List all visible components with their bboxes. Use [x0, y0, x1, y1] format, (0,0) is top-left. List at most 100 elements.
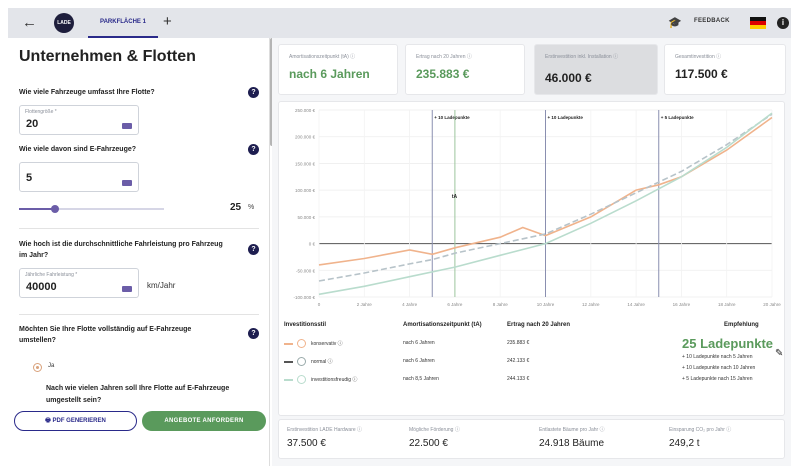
radio-yes[interactable]: [33, 363, 42, 372]
y-tick-label: 200.000 €: [295, 135, 316, 140]
radio-normal[interactable]: [297, 357, 306, 366]
help-icon[interactable]: ?: [248, 328, 259, 339]
summary-label: Entlastete Bäume pro Jahr ⓘ: [539, 427, 605, 433]
col-header-yield: Ertrag nach 20 Jahren: [507, 322, 571, 328]
card-amortization: Amortisationszeitpunkt (tA) ⓘ nach 6 Jah…: [278, 44, 398, 95]
feedback-link[interactable]: FEEDBACK: [694, 18, 730, 24]
help-icon[interactable]: ?: [248, 144, 259, 155]
question-conversion-years: Nach wie vielen Jahren soll Ihre Flotte …: [46, 385, 230, 404]
card-label: Gesamtinvestition ⓘ: [675, 54, 722, 60]
info-icon[interactable]: i: [777, 17, 789, 29]
recommendation-total: 25 Ladepunkte: [682, 336, 774, 351]
y-tick-label: 50.000 €: [297, 215, 315, 220]
add-tab-icon[interactable]: +: [163, 13, 172, 30]
expansion-label: + 10 Ladepunkte: [548, 115, 584, 120]
field-value[interactable]: 40000: [26, 281, 57, 293]
card-yield: Ertrag nach 20 Jahren ⓘ 235.883 €: [405, 44, 525, 95]
x-tick-label: 6 Jahre: [447, 302, 463, 307]
y-tick-label: 250.000 €: [295, 108, 316, 113]
percent-sign: %: [248, 204, 255, 211]
tab-parkflaeche-1[interactable]: PARKFLÄCHE 1: [88, 8, 158, 38]
card-total-investment: Gesamtinvestition ⓘ 117.500 €: [664, 44, 786, 95]
x-tick-label: 12 Jahre: [582, 302, 600, 307]
legend-line-normal: [284, 361, 293, 363]
generate-pdf-label: PDF GENERIEREN: [52, 418, 106, 424]
card-value: 46.000 €: [545, 71, 592, 85]
x-tick-label: 2 Jahre: [357, 302, 373, 307]
field-value[interactable]: 20: [26, 118, 38, 130]
x-tick-label: 14 Jahre: [627, 302, 645, 307]
printer-icon: 🖶: [45, 418, 53, 424]
x-tick-label: 20 Jahre: [763, 302, 781, 307]
row-style-name: investitionsfreudig ⓘ: [311, 377, 358, 383]
row-ta: nach 6 Jahren: [403, 340, 435, 346]
x-tick-label: 4 Jahre: [402, 302, 418, 307]
card-value: nach 6 Jahren: [289, 67, 370, 81]
edit-pencil-icon[interactable]: ✎: [775, 348, 783, 359]
x-tick-label: 16 Jahre: [673, 302, 691, 307]
row-yield: 235.883 €: [507, 340, 530, 346]
card-label: Erstinvestition inkl. Installation ⓘ: [545, 54, 619, 60]
legend-line-konservativ: [284, 343, 293, 345]
top-bar: ← LADE PARKFLÄCHE 1 + 🎓 FEEDBACK i: [8, 8, 791, 38]
x-tick-label: 0: [318, 302, 321, 307]
card-initial-investment[interactable]: Erstinvestition inkl. Installation ⓘ 46.…: [534, 44, 658, 95]
divider: [19, 314, 259, 315]
mileage-field[interactable]: Jährliche Fahrleistung * 40000: [19, 268, 139, 298]
y-tick-label: 100.000 €: [295, 188, 316, 193]
summary-label: Mögliche Förderung ⓘ: [409, 427, 460, 433]
fleet-size-field[interactable]: Flottengröße * 20: [19, 105, 139, 135]
summary-value: 24.918 Bäume: [539, 438, 605, 449]
lade-logo: LADE: [54, 13, 74, 33]
logo-text: LADE: [57, 20, 71, 26]
ev-share-value: 25: [230, 202, 242, 213]
summary-label: Erstinvestition LADE Hardware ⓘ: [287, 427, 363, 433]
help-icon[interactable]: ?: [248, 87, 259, 98]
y-tick-label: 0 €: [309, 242, 316, 247]
radio-investitionsfreudig[interactable]: [297, 375, 306, 384]
row-yield: 244.133 €: [507, 376, 530, 382]
row-ta: nach 6 Jahren: [403, 358, 435, 364]
card-value: 117.500 €: [675, 67, 728, 81]
field-value[interactable]: 5: [26, 172, 32, 184]
radio-konservativ[interactable]: [297, 339, 306, 348]
ev-share-slider[interactable]: [19, 205, 164, 213]
question-mileage: Wie hoch ist die durchschnittliche Fahrl…: [19, 241, 223, 259]
summary-value: 249,2 t: [669, 438, 700, 449]
summary-value: 37.500 €: [287, 438, 326, 449]
col-header-style: Investitionsstil: [284, 322, 327, 328]
x-tick-label: 18 Jahre: [718, 302, 736, 307]
help-icon[interactable]: ?: [248, 244, 259, 255]
x-tick-label: 8 Jahre: [493, 302, 509, 307]
questionnaire-panel: Unternehmen & Flotten Wie viele Fahrzeug…: [8, 38, 274, 466]
mileage-unit: km/Jahr: [147, 281, 176, 290]
question-ev-count: Wie viele davon sind E-Fahrzeuge?: [19, 146, 137, 153]
field-label: Flottengröße *: [25, 109, 57, 115]
col-header-ta: Amortisationszeitpunkt (tA): [403, 322, 482, 328]
slider-handle[interactable]: [51, 205, 60, 213]
page-title: Unternehmen & Flotten: [19, 48, 196, 65]
recommendation-line: + 10 Ladepunkte nach 5 Jahren: [682, 354, 753, 360]
generate-pdf-button[interactable]: 🖶 PDF GENERIEREN: [14, 411, 137, 431]
recommendation-line: + 10 Ladepunkte nach 10 Jahren: [682, 365, 756, 371]
x-tick-label: 10 Jahre: [537, 302, 555, 307]
german-flag-icon[interactable]: [750, 17, 766, 29]
graduation-cap-icon[interactable]: 🎓: [668, 16, 682, 29]
chart-svg: 250.000 € 200.000 € 150.000 € 100.000 € 50.0…: [293, 108, 781, 307]
row-yield: 242.133 €: [507, 358, 530, 364]
summary-label: Einsparung CO₂ pro Jahr ⓘ: [669, 427, 732, 433]
row-style-name: normal ⓘ: [311, 359, 333, 365]
request-offers-button[interactable]: ANGEBOTE ANFORDERN: [142, 411, 266, 431]
y-tick-label: 150.000 €: [295, 161, 316, 166]
divider: [19, 228, 259, 229]
keyboard-icon: [122, 180, 132, 186]
amortization-label: tA: [452, 194, 458, 200]
col-header-recommendation: Empfehlung: [724, 322, 759, 328]
ev-count-field[interactable]: 5: [19, 162, 139, 192]
row-ta: nach 8,5 Jahren: [403, 376, 439, 382]
keyboard-icon: [122, 123, 132, 129]
question-fleet-size: Wie viele Fahrzeuge umfasst Ihre Flotte?: [19, 89, 155, 96]
expansion-label: + 10 Ladepunkte: [434, 115, 470, 120]
back-arrow-icon[interactable]: ←: [22, 14, 37, 31]
card-label: Amortisationszeitpunkt (tA) ⓘ: [289, 54, 356, 60]
